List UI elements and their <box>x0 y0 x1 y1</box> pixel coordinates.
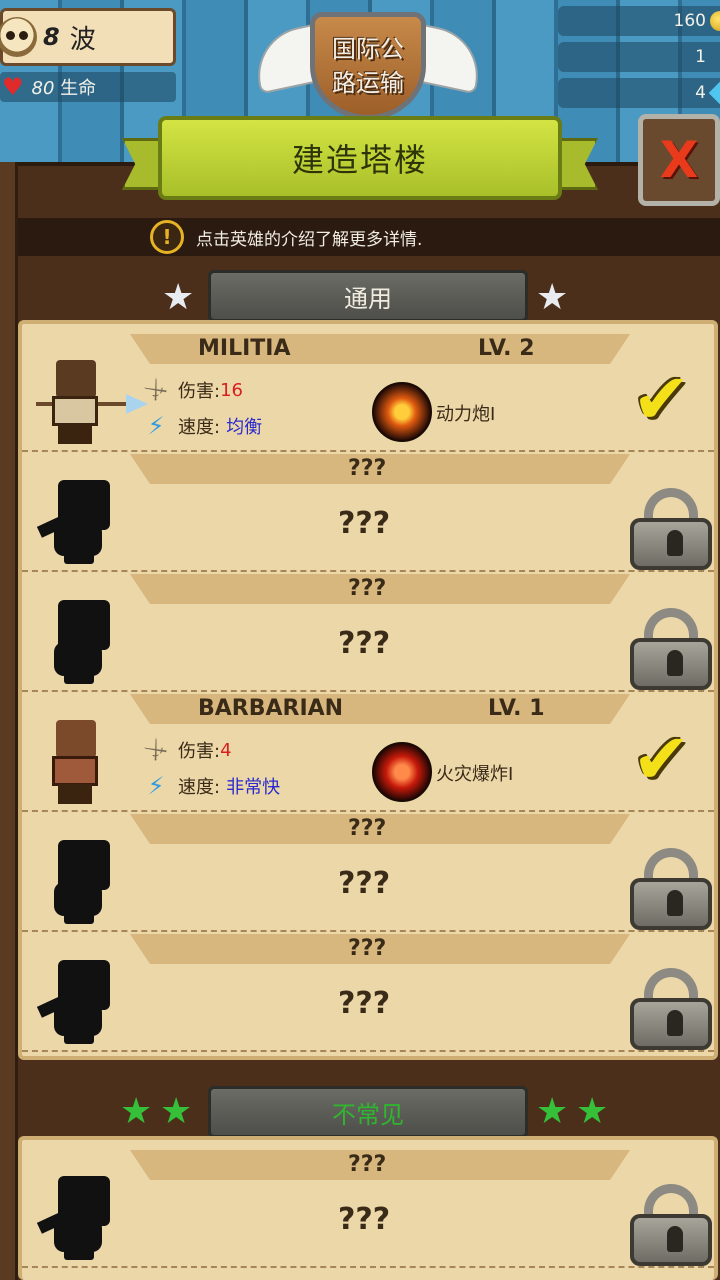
lightning-icon: ⚡ <box>147 772 165 800</box>
damage-stat: ⚔ 伤害: 16 <box>139 372 243 407</box>
section-title: 不常见 <box>332 1100 404 1129</box>
resource-value: 1 <box>695 47 706 67</box>
checkmark-icon: ✔ <box>632 718 691 800</box>
gem-icon <box>708 81 720 105</box>
panel-frame-left <box>0 162 18 1280</box>
life-value: 80 <box>31 78 55 99</box>
hero-name: MILITIA <box>198 336 291 361</box>
damage-stat: ⚔ 伤害: 4 <box>139 732 232 767</box>
hero-unknown-text: ??? <box>338 506 391 541</box>
star-icon: ★ <box>576 1091 609 1132</box>
gold-counter: 160 <box>558 6 720 36</box>
hero-level: LV. 2 <box>478 336 535 361</box>
wave-label: 波 <box>69 24 96 55</box>
close-button[interactable]: X <box>638 114 720 206</box>
resource-panel: 160 1 4 <box>558 6 720 114</box>
hero-row-locked[interactable]: ??? ??? <box>22 1148 714 1268</box>
hero-unknown-text: ??? <box>338 986 391 1021</box>
skill-name: 火灾爆炸I <box>436 764 514 785</box>
hero-row-locked[interactable]: ??? ??? <box>22 572 714 692</box>
hero-row-locked[interactable]: ??? ??? <box>22 812 714 932</box>
skill-name: 动力炮I <box>436 404 496 425</box>
coin-icon <box>710 11 720 31</box>
gem-counter: 4 <box>558 78 720 108</box>
close-icon: X <box>659 131 699 189</box>
gem-value: 4 <box>695 83 706 103</box>
militia-portrait <box>36 356 148 446</box>
wave-number: 8 <box>43 23 60 51</box>
lock-icon <box>628 608 714 690</box>
info-text: 点击英雄的介绍了解更多详情. <box>196 229 423 250</box>
hero-row-locked[interactable]: ??? ??? <box>22 452 714 572</box>
hero-name: ??? <box>348 936 387 961</box>
locked-hero-silhouette <box>36 836 128 926</box>
resource-counter: 1 <box>558 42 720 72</box>
speed-stat: ⚡ 速度: 均衡 <box>142 412 263 440</box>
hero-row-locked[interactable]: ??? ??? <box>22 932 714 1052</box>
locked-hero-silhouette <box>36 1172 128 1262</box>
hero-name: ??? <box>348 576 387 601</box>
damage-value: 4 <box>220 739 232 761</box>
section-header-uncommon: 不常见 <box>208 1086 528 1138</box>
crest-shield: 国际公 路运输 <box>310 12 426 120</box>
lock-icon <box>628 848 714 930</box>
star-icon: ★ <box>120 1091 153 1132</box>
speed-value: 均衡 <box>226 417 263 438</box>
heart-icon: ♥ <box>2 73 24 101</box>
speed-value: 非常快 <box>226 777 281 798</box>
hero-row-militia[interactable]: MILITIA LV. 2 ⚔ 伤害: 16 ⚡ 速度: 均衡 动力炮I ✔ <box>22 332 714 452</box>
star-icon: ★ <box>162 277 195 318</box>
gold-value: 160 <box>673 11 706 31</box>
hero-name: BARBARIAN <box>198 696 344 721</box>
hero-name: ??? <box>348 1152 387 1177</box>
hero-list-uncommon: ??? ??? <box>18 1136 718 1280</box>
hero-unknown-text: ??? <box>338 866 391 901</box>
lock-icon <box>628 488 714 570</box>
hero-row-barbarian[interactable]: BARBARIAN LV. 1 ⚔ 伤害: 4 ⚡ 速度: 非常快 火灾爆炸I … <box>22 692 714 812</box>
crest-line-1: 国际公 <box>332 35 404 63</box>
damage-value: 16 <box>220 379 243 401</box>
barbarian-portrait <box>36 716 128 806</box>
star-icon: ★ <box>160 1091 193 1132</box>
dialog-title: 建造塔楼 <box>291 141 428 179</box>
crest-line-2: 路运输 <box>332 69 404 97</box>
skill-icon <box>372 382 432 442</box>
locked-hero-silhouette <box>36 596 128 686</box>
star-icon: ★ <box>536 1091 569 1132</box>
hero-unknown-text: ??? <box>338 626 391 661</box>
section-header-common: 通用 <box>208 270 528 322</box>
hero-unknown-text: ??? <box>338 1202 391 1237</box>
hero-name: ??? <box>348 456 387 481</box>
exclamation-icon: ! <box>150 220 184 254</box>
section-title: 通用 <box>344 284 392 313</box>
game-crest: 国际公 路运输 <box>248 10 488 120</box>
hero-name: ??? <box>348 816 387 841</box>
skull-icon <box>0 17 37 57</box>
wave-counter: 8 波 <box>0 8 176 66</box>
lock-icon <box>628 1184 714 1266</box>
checkmark-icon: ✔ <box>632 358 691 440</box>
life-label: 生命 <box>60 78 97 99</box>
skill-icon <box>372 742 432 802</box>
info-strip: ! 点击英雄的介绍了解更多详情. <box>18 218 720 256</box>
speed-stat: ⚡ 速度: 非常快 <box>142 772 281 800</box>
dialog-title-banner: 建造塔楼 <box>122 110 598 206</box>
sword-icon: ⚔ <box>138 732 174 768</box>
star-icon: ★ <box>536 277 569 318</box>
life-counter: ♥ 80 生命 <box>0 72 176 102</box>
hero-list-common: MILITIA LV. 2 ⚔ 伤害: 16 ⚡ 速度: 均衡 动力炮I ✔ ?… <box>18 320 718 1060</box>
hero-level: LV. 1 <box>488 696 545 721</box>
sword-icon: ⚔ <box>138 372 174 408</box>
locked-hero-silhouette <box>36 956 128 1046</box>
locked-hero-silhouette <box>36 476 128 566</box>
lightning-icon: ⚡ <box>147 412 165 440</box>
lock-icon <box>628 968 714 1050</box>
